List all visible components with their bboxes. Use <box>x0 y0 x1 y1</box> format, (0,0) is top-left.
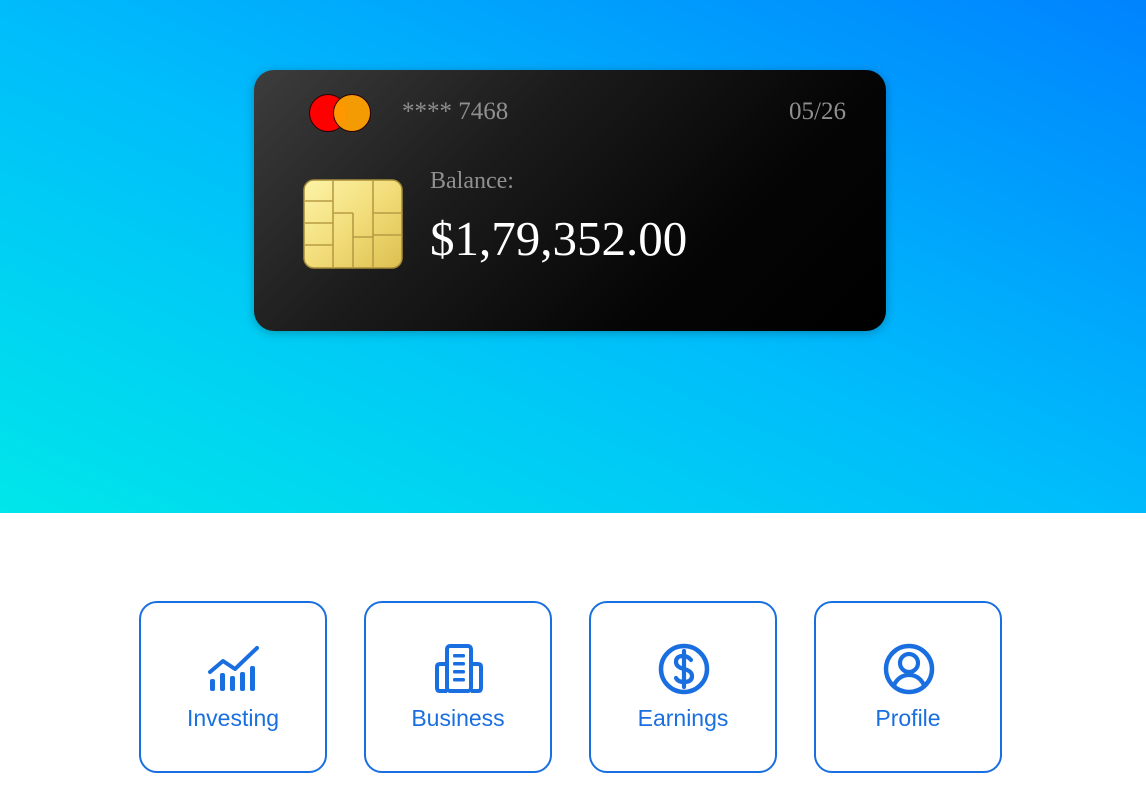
chart-line-icon <box>208 646 259 691</box>
dollar-circle-icon <box>658 643 710 695</box>
business-label: Business <box>411 705 505 731</box>
building-icon <box>435 644 483 693</box>
card-number: **** 7468 <box>402 98 509 125</box>
earnings-button[interactable]: Earnings <box>589 601 777 773</box>
user-circle-icon <box>883 643 935 695</box>
business-button[interactable]: Business <box>364 601 552 773</box>
mastercard-logo-icon <box>309 94 371 132</box>
investing-label: Investing <box>186 705 280 731</box>
hero-banner: **** 7468 05/26 Balance: $1,79,352.00 <box>0 0 1146 513</box>
balance-label: Balance: <box>430 168 514 194</box>
investing-button[interactable]: Investing <box>139 601 327 773</box>
balance-value: $1,79,352.00 <box>430 211 688 266</box>
chip-icon <box>303 179 403 269</box>
mastercard-orange-circle <box>333 94 371 132</box>
card-expiry: 05/26 <box>789 98 846 125</box>
bank-card[interactable]: **** 7468 05/26 Balance: $1,79,352.00 <box>254 70 886 331</box>
profile-button[interactable]: Profile <box>814 601 1002 773</box>
earnings-label: Earnings <box>637 705 729 731</box>
profile-label: Profile <box>875 705 941 731</box>
